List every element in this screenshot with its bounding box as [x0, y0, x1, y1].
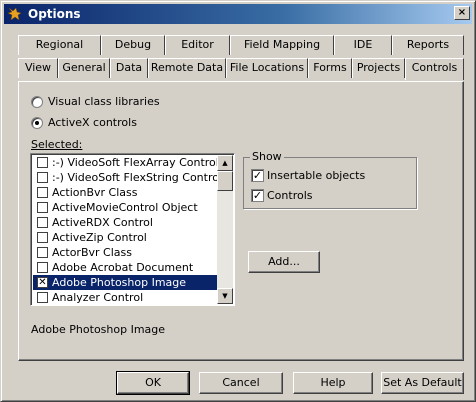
tab-regional[interactable]: Regional — [18, 35, 101, 55]
tab-forms[interactable]: Forms — [308, 58, 352, 78]
list-item[interactable]: :-) VideoSoft FlexArray Control — [33, 155, 219, 170]
radio-visual-class-libraries[interactable]: Visual class libraries — [31, 95, 181, 109]
scroll-down-button[interactable]: ▼ — [217, 288, 233, 304]
controls-listbox[interactable]: :-) VideoSoft FlexArray Control :-) Vide… — [30, 153, 235, 306]
radio-button-icon — [31, 96, 43, 108]
radio-button-checked-icon — [31, 117, 43, 129]
list-item[interactable]: ActorBvr Class — [33, 245, 219, 260]
tab-remote-data[interactable]: Remote Data — [148, 58, 226, 78]
ok-button[interactable]: OK — [116, 371, 190, 395]
tab-file-locations[interactable]: File Locations — [226, 58, 308, 78]
close-button[interactable]: × — [454, 6, 470, 20]
tab-controls[interactable]: Controls — [405, 58, 464, 80]
tab-reports[interactable]: Reports — [392, 35, 464, 55]
checkbox-checked-icon[interactable]: ✕ — [37, 277, 48, 288]
list-item[interactable]: Adobe Acrobat Document — [33, 260, 219, 275]
insertable-objects-checkbox[interactable]: ✓ Insertable objects — [251, 169, 401, 183]
checkbox-icon[interactable] — [37, 202, 48, 213]
checkbox-icon[interactable] — [37, 262, 48, 273]
list-item[interactable]: Analyzer Control — [33, 290, 219, 305]
selected-item-description: Adobe Photoshop Image — [31, 323, 166, 336]
list-scrollbar[interactable]: ▲ ▼ — [217, 155, 233, 304]
checkbox-icon[interactable] — [37, 232, 48, 243]
selected-label: Selected: — [31, 138, 83, 151]
foxpro-icon — [7, 7, 22, 21]
close-icon: × — [457, 7, 467, 18]
show-groupbox: Show ✓ Insertable objects ✓ Controls — [243, 150, 417, 209]
checkbox-icon[interactable] — [37, 157, 48, 168]
controls-checkbox[interactable]: ✓ Controls — [251, 189, 401, 203]
tab-projects[interactable]: Projects — [352, 58, 405, 78]
show-group-legend: Show — [250, 150, 284, 163]
window-title: Options — [28, 7, 81, 21]
checkbox-icon[interactable] — [37, 292, 48, 303]
tab-data[interactable]: Data — [110, 58, 148, 78]
list-item-selected[interactable]: ✕ Adobe Photoshop Image — [33, 275, 219, 290]
list-item[interactable]: ActiveRDX Control — [33, 215, 219, 230]
checkbox-icon[interactable] — [37, 172, 48, 183]
title-bar: Options × — [4, 4, 472, 24]
options-dialog: Options × Regional Debug Editor Field Ma… — [0, 0, 476, 402]
scroll-thumb[interactable] — [217, 171, 233, 191]
list-item[interactable]: ActiveMovieControl Object — [33, 200, 219, 215]
checkbox-checked-icon: ✓ — [251, 169, 264, 182]
cancel-button[interactable]: Cancel — [199, 372, 283, 394]
tab-field-mapping[interactable]: Field Mapping — [230, 35, 334, 55]
checkbox-icon[interactable] — [37, 217, 48, 228]
checkbox-checked-icon: ✓ — [251, 189, 264, 202]
tab-debug[interactable]: Debug — [101, 35, 165, 55]
radio-activex-controls[interactable]: ActiveX controls — [31, 116, 181, 130]
add-button[interactable]: Add... — [248, 251, 320, 273]
tab-editor[interactable]: Editor — [165, 35, 230, 55]
tab-ide[interactable]: IDE — [334, 35, 392, 55]
checkbox-icon[interactable] — [37, 187, 48, 198]
checkbox-icon[interactable] — [37, 247, 48, 258]
list-item[interactable]: :-) VideoSoft FlexString Control — [33, 170, 222, 185]
set-as-default-button[interactable]: Set As Default — [381, 372, 464, 394]
list-item[interactable]: ActionBvr Class — [33, 185, 219, 200]
list-item[interactable]: ActiveZip Control — [33, 230, 219, 245]
tab-view[interactable]: View — [18, 58, 58, 78]
tab-general[interactable]: General — [58, 58, 110, 78]
help-button[interactable]: Help — [293, 372, 373, 394]
scroll-up-button[interactable]: ▲ — [217, 155, 233, 171]
